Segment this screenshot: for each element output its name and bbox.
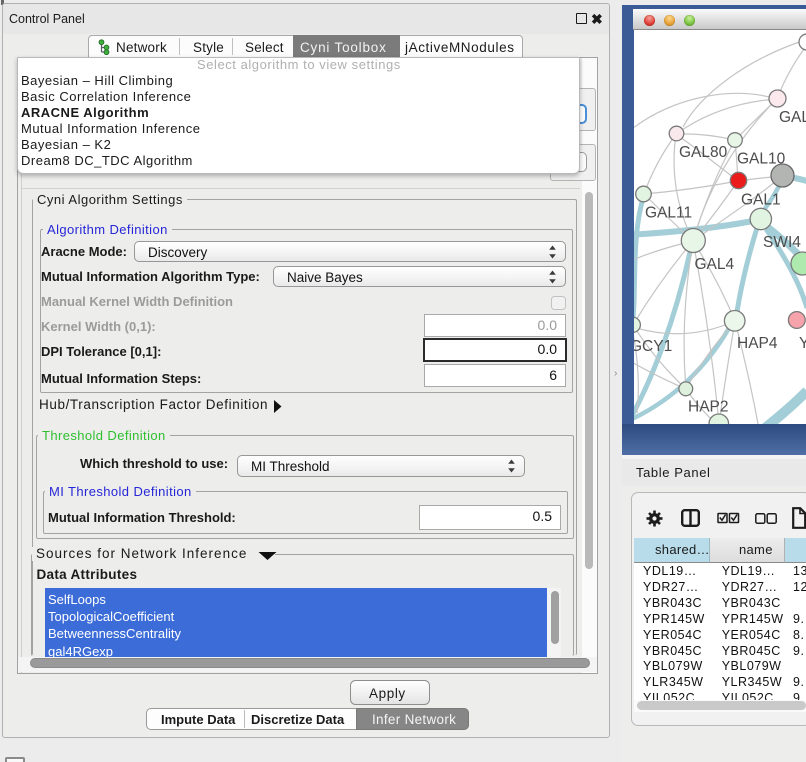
svg-text:GAL4: GAL4: [695, 256, 735, 273]
svg-text:GCY1: GCY1: [634, 338, 672, 355]
svg-text:HAP2: HAP2: [688, 399, 729, 416]
svg-text:SWI4: SWI4: [763, 234, 801, 251]
svg-text:HAP4: HAP4: [737, 335, 778, 352]
svg-text:GAL10: GAL10: [737, 151, 786, 168]
svg-text:GAL11: GAL11: [645, 205, 692, 222]
svg-text:GAL2: GAL2: [779, 109, 806, 126]
svg-text:Y: Y: [799, 335, 806, 352]
svg-text:GAL80: GAL80: [679, 144, 728, 161]
svg-text:GAL1: GAL1: [741, 192, 781, 209]
